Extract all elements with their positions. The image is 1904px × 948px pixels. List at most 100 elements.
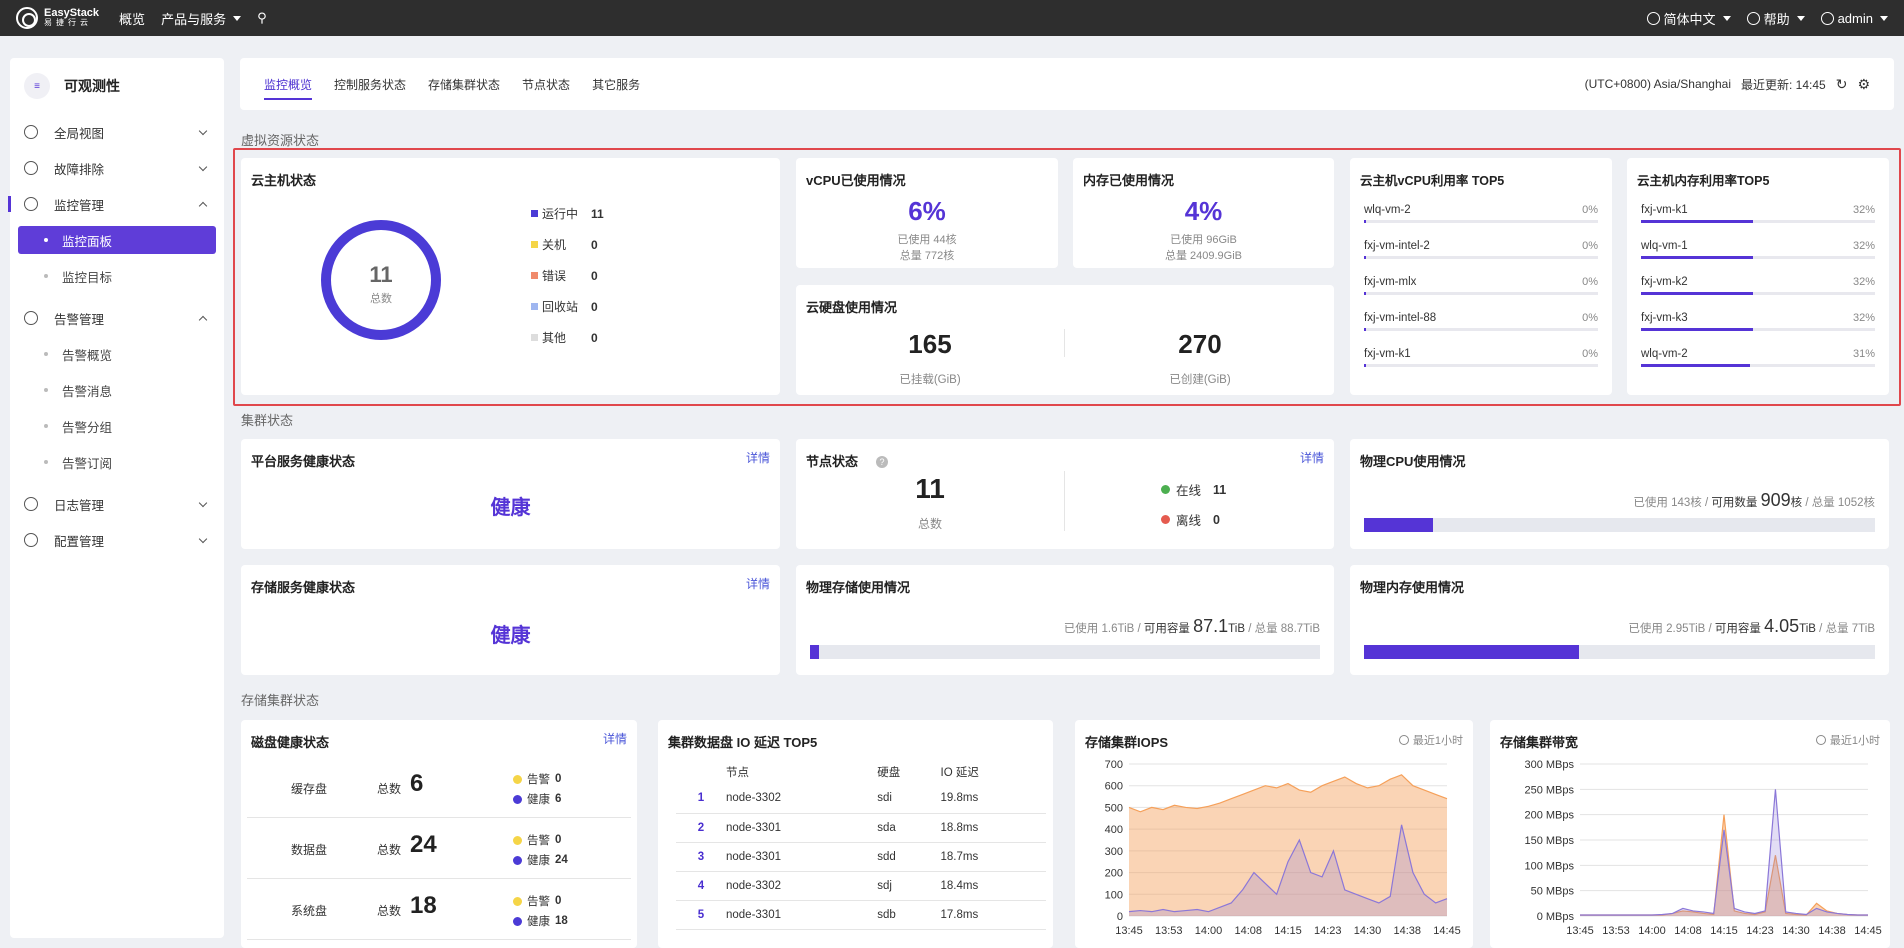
detail-link[interactable]: 详情 [746,449,770,466]
gear-icon[interactable]: ⚙ [1857,76,1870,93]
sidebar-item-alert-overview[interactable]: 告警概览 [10,336,224,372]
legend-value: 0 [591,268,598,283]
avail-value: 909 [1760,490,1791,510]
tab-control-services[interactable]: 控制服务状态 [334,58,406,110]
top-bar: EasyStack 易捷行云 概览 产品与服务 ⚲ 简体中文 帮助 admin [0,0,1904,36]
x-tick-label: 14:00 [1195,925,1223,937]
troubleshoot-icon [24,161,38,175]
detail-link[interactable]: 详情 [1300,449,1324,466]
tab-monitoring-overview[interactable]: 监控概览 [264,58,313,110]
refresh-icon[interactable]: ↻ [1836,76,1848,93]
volume-usage-card: 云硬盘使用情况 165 已挂载(GiB) 270 已创建(GiB) [796,285,1334,395]
sidebar-item-alert-groups[interactable]: 告警分组 [10,408,224,444]
sidebar-item-monitoring[interactable]: 监控管理 [8,186,224,222]
sidebar-item-logs[interactable]: 日志管理 [10,486,224,522]
progress-fill [1364,364,1367,367]
sidebar-item-monitoring-targets[interactable]: 监控目标 [10,258,224,294]
legend-swatch [531,241,538,248]
help-icon[interactable]: ? [876,456,888,468]
x-tick-label: 13:53 [1155,925,1183,937]
sidebar-item-label: 告警分组 [62,420,113,435]
legend-value: 0 [591,299,598,314]
divider [1064,471,1065,531]
vm-name: fxj-vm-k1 [1641,204,1688,216]
physical-storage-bar [810,645,1320,659]
ok-value: 24 [555,854,568,866]
pin-icon[interactable]: ⚲ [257,10,267,26]
rank-cell: 4 [676,871,726,901]
sidebar-item-troubleshoot[interactable]: 故障排除 [10,150,224,186]
help-menu[interactable]: 帮助 [1746,9,1805,28]
table-row: 3 node-3301 sdd 18.7ms [676,842,1046,872]
sidebar-item-config[interactable]: 配置管理 [10,522,224,558]
offline-value: 0 [1213,512,1220,527]
bar-fill [810,645,820,659]
sidebar-item-monitoring-dashboard[interactable]: 监控面板 [18,226,216,254]
progress-fill [1364,256,1367,259]
y-tick-label: 300 [1105,846,1123,858]
chevron-down-icon [198,162,208,172]
language-select[interactable]: 简体中文 [1646,9,1731,28]
alert-icon [24,311,38,325]
detail-link[interactable]: 详情 [746,575,770,592]
card-title: 物理内存使用情况 [1360,580,1465,595]
ok-label: 健康 [527,855,550,867]
vm-status-card: 云主机状态 11 总数 运行中 11 关机 0 错误 0 回收站 0 其他 0 [241,158,780,395]
progress-fill [1364,292,1367,295]
total-text: 总量 1052核 [1811,497,1875,509]
bandwidth-chart: 0 MBps 50 MBps 100 MBps 150 MBps 200 MBps 250… [1524,759,1882,937]
nav-products[interactable]: 产品与服务 [161,9,242,28]
section-title-virtual-resources: 虚拟资源状态 [241,133,320,148]
node-total-value: 11 [915,473,945,504]
time-range[interactable]: 最近1小时 [1398,732,1463,748]
section-title-storage-cluster: 存储集群状态 [241,693,320,708]
table-row: 2 node-3301 sda 18.8ms [676,813,1046,843]
sidebar-item-alerts[interactable]: 告警管理 [10,300,224,336]
detail-link[interactable]: 详情 [603,730,627,747]
x-tick-label: 14:38 [1393,925,1421,937]
user-menu[interactable]: admin [1820,11,1888,26]
vm-name: fxj-vm-intel-88 [1364,312,1437,324]
chevron-up-icon [198,315,208,325]
tab-node-status[interactable]: 节点状态 [522,58,570,110]
x-tick-label: 14:30 [1782,925,1810,937]
vm-name: fxj-vm-mlx [1364,276,1417,288]
tab-other-services[interactable]: 其它服务 [592,58,640,110]
tab-label: 控制服务状态 [334,77,407,92]
nav-overview[interactable]: 概览 [119,9,145,28]
divider [1064,329,1065,357]
logo[interactable]: EasyStack 易捷行云 [16,7,99,29]
sidebar-item-alert-messages[interactable]: 告警消息 [10,372,224,408]
legend-label: 回收站 [542,300,579,314]
progress-track [1364,364,1598,367]
table-row: 5 node-3301 sdb 17.8ms [676,900,1046,930]
bullet-icon [44,238,48,242]
platform-health-card: 平台服务健康状态 详情 健康 [241,439,780,549]
used-text: 已使用 2.95TiB [1628,623,1706,635]
table-header: 节点 硬盘 IO 延迟 [676,760,1046,784]
offline-dot-icon [1161,515,1170,524]
ok-value: 18 [555,915,568,927]
progress-track [1364,220,1598,223]
progress-fill [1641,256,1754,259]
volume-mounted-value: 165 [908,329,952,359]
disk-health-card: 磁盘健康状态 详情 缓存盘 总数 6 告警 0 健康 6 数据盘 总数 24 告警 0 健康 24 系统盘总… [241,720,637,948]
warn-value: 0 [555,834,562,846]
memory-used: 已使用 96GiB [1170,234,1237,246]
help-icon [1746,11,1760,25]
time-range[interactable]: 最近1小时 [1815,732,1880,748]
vm-name: fxj-vm-intel-2 [1364,240,1430,252]
card-title: 物理CPU使用情况 [1360,454,1466,469]
x-tick-label: 14:45 [1854,925,1882,937]
y-tick-label: 100 MBps [1524,860,1574,872]
sidebar-item-alert-subscriptions[interactable]: 告警订阅 [10,444,224,480]
latency-cell: 18.7ms [940,842,1046,872]
tab-storage-cluster[interactable]: 存储集群状态 [428,58,500,110]
header-latency: IO 延迟 [940,767,979,779]
card-title: 存储集群IOPS [1085,735,1169,750]
avail-label: 可用容量 [1143,623,1190,635]
menu-icon[interactable]: ≡ [24,73,50,99]
card-title: 存储服务健康状态 [251,580,356,595]
sidebar-item-global-view[interactable]: 全局视图 [10,114,224,150]
ok-label: 健康 [527,916,550,928]
